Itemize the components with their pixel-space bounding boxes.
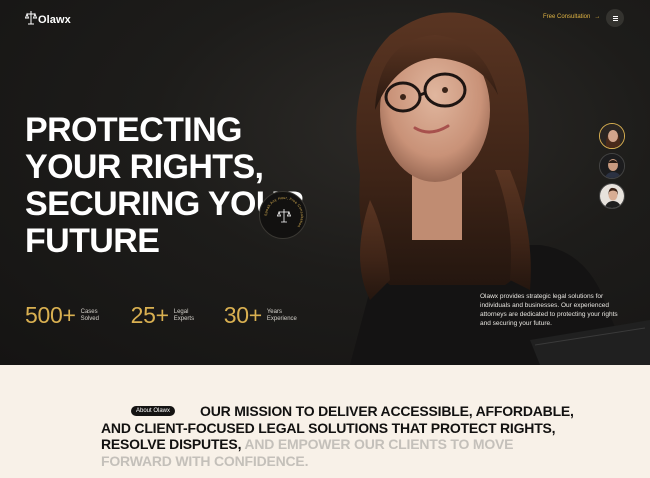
logo-text: Olawx (38, 14, 71, 26)
about-section: OUR MISSION TO DELIVER ACCESSIBLE, AFFOR… (0, 365, 650, 478)
hero-section: Olawx Free Consultation → PROTECTING YOU… (0, 0, 650, 365)
avatar[interactable] (599, 183, 625, 209)
stat-years: 30+ Years Experience (224, 302, 297, 329)
cta-label: Free Consultation (543, 14, 591, 20)
stat-label: Cases Solved (80, 308, 99, 322)
attorney-avatars (599, 123, 625, 213)
scales-icon (25, 11, 37, 25)
menu-icon (612, 17, 618, 19)
consultation-badge[interactable]: Speak Any Hour, Free Consultation (259, 191, 307, 239)
stat-value: 500+ (25, 302, 76, 328)
free-consultation-link[interactable]: Free Consultation → (543, 14, 600, 20)
avatar[interactable] (599, 153, 625, 179)
about-tag: About Olawx (131, 406, 176, 416)
arrow-right-icon: → (594, 14, 601, 20)
menu-button[interactable] (606, 9, 624, 27)
stat-experts: 25+ Legal Experts (131, 302, 204, 329)
stat-value: 30+ (223, 302, 262, 328)
scales-icon (276, 209, 292, 223)
stat-label: Years Experience (266, 308, 297, 322)
stats-row: 500+ Cases Solved 25+ Legal Experts 30+ … (25, 302, 317, 329)
avatar[interactable] (599, 123, 625, 149)
stat-label: Legal Experts (173, 308, 195, 322)
badge-ring: Speak Any Hour, Free Consultation (264, 196, 304, 228)
brand-logo[interactable]: Olawx (25, 10, 71, 26)
stat-value: 25+ (130, 302, 169, 328)
hero-description: Olawx provides strategic legal solutions… (480, 293, 618, 327)
stat-cases: 500+ Cases Solved (25, 302, 111, 329)
